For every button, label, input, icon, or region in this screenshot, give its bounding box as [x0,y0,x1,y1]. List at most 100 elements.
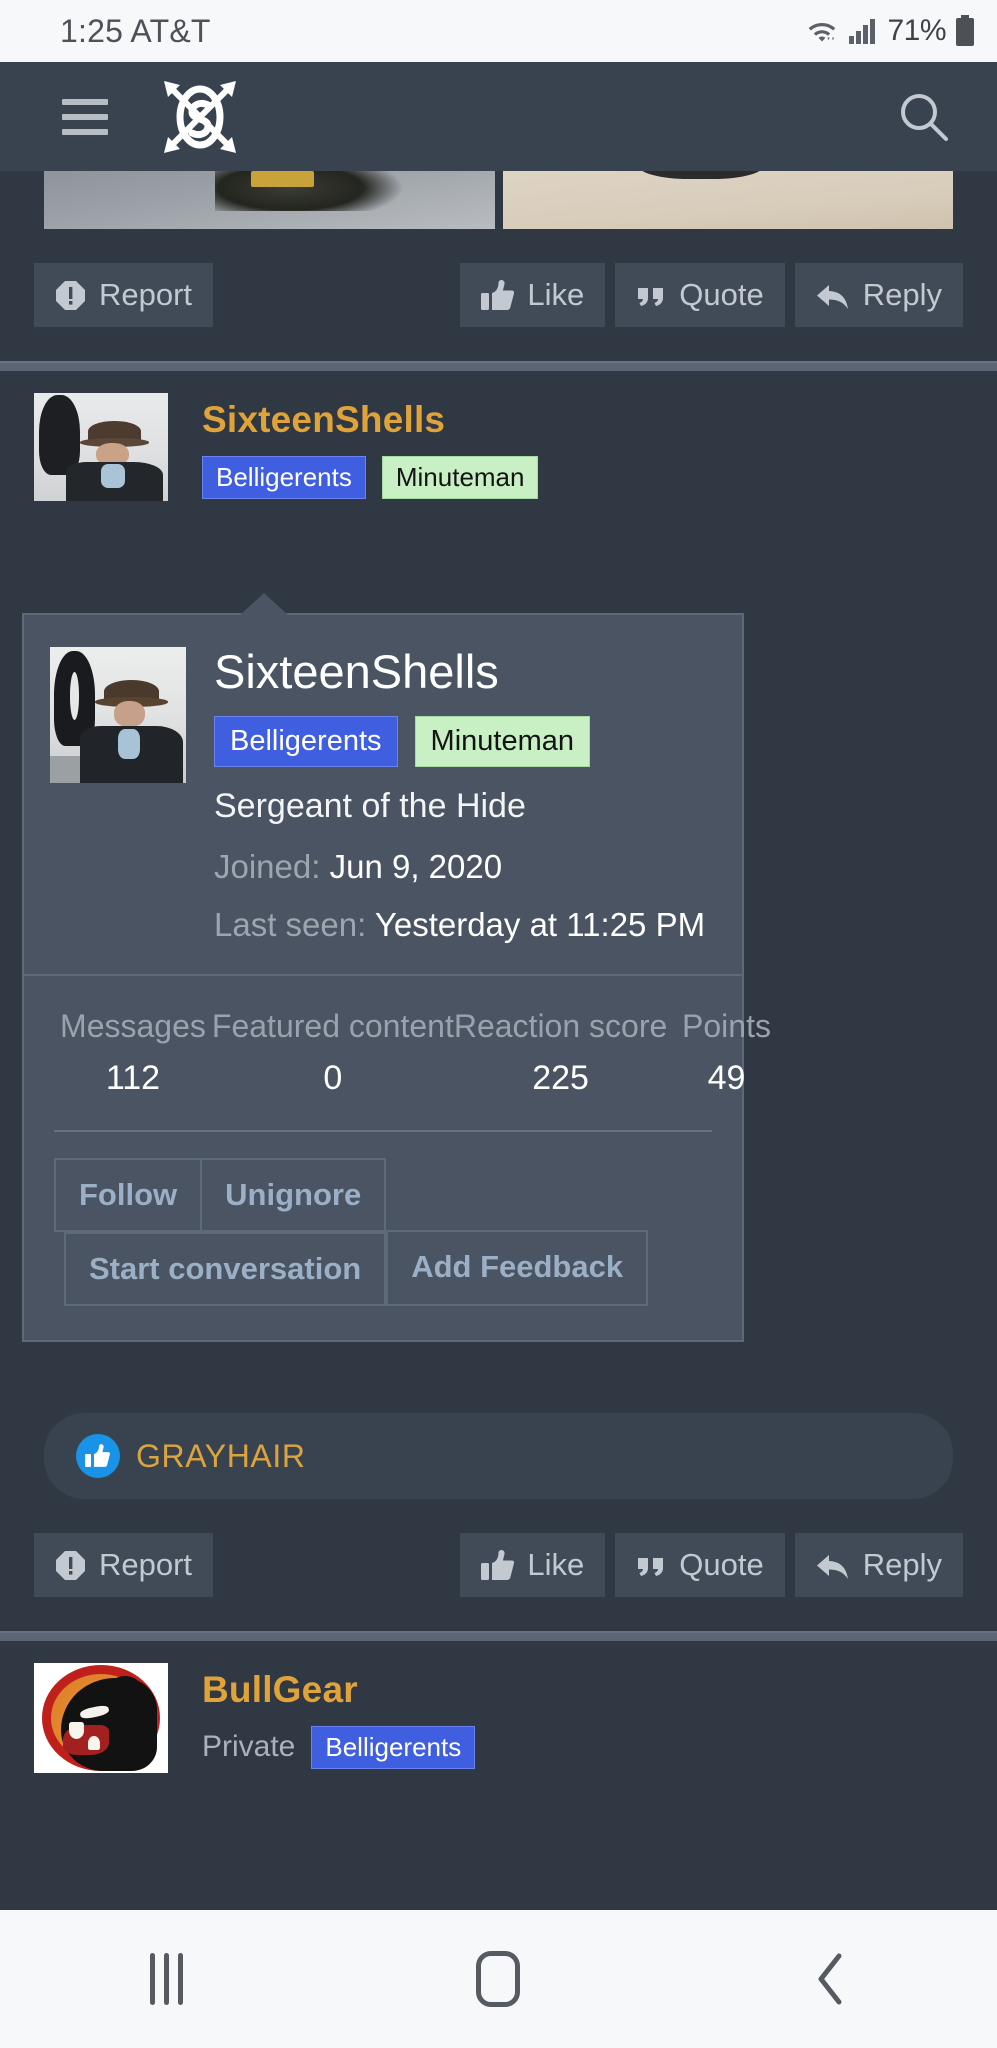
reaction-bar[interactable]: GRAYHAIR [44,1413,953,1499]
post-username[interactable]: BullGear [202,1663,475,1708]
status-time-carrier: 1:25 AT&T [60,12,211,49]
report-label: Report [99,277,193,312]
post-privacy-label: Private [202,1730,296,1764]
profile-card-header: SixteenShells Belligerents Minuteman Ser… [24,615,742,976]
profile-card: SixteenShells Belligerents Minuteman Ser… [22,613,771,1342]
quote-icon [636,1550,666,1581]
stat-label: Reaction score [453,1007,668,1044]
profile-avatar[interactable] [50,647,186,783]
badge-belligerents: Belligerents [214,716,398,767]
reply-button[interactable]: Reply [794,263,963,327]
post-header-text: SixteenShells Belligerents Minuteman [202,393,539,501]
quote-button[interactable]: Quote [615,1533,785,1597]
post-separator [0,361,997,371]
badge-minuteman: Minuteman [381,456,539,499]
thumbs-up-icon [76,1434,120,1478]
post-header: BullGear Private Belligerents [0,1663,997,1773]
report-button[interactable]: Report [34,1533,214,1597]
avatar[interactable] [34,1663,168,1773]
follow-button[interactable]: Follow [54,1157,203,1232]
site-logo-icon[interactable] [152,69,248,165]
like-label: Like [527,1547,585,1582]
reply-arrow-icon [816,280,850,310]
stat-label: Featured content [211,1007,454,1044]
unignore-button[interactable]: Unignore [200,1157,387,1232]
battery-icon [955,15,975,47]
profile-lastseen-row: Last seen: Yesterday at 11:25 PM [214,906,712,944]
post-bullgear: BullGear Private Belligerents [0,1641,997,1773]
post-action-left: Report [34,1533,214,1597]
thumbs-up-icon [481,279,515,311]
reply-label: Reply [862,277,942,312]
stat-reaction-score: Reaction score 225 [454,1008,667,1098]
reaction-label: GRAYHAIR [136,1437,306,1474]
stat-value: 225 [532,1058,589,1097]
recents-icon[interactable] [0,1910,332,2048]
profile-username[interactable]: SixteenShells [214,647,712,697]
badge-belligerents: Belligerents [202,456,366,499]
stat-featured-content: Featured content 0 [212,1008,454,1098]
thread-content[interactable]: Report Like Quote Reply SixteenShells Be… [0,171,997,1910]
badge-belligerents: Belligerents [311,1726,476,1769]
profile-popup[interactable]: SixteenShells Belligerents Minuteman Ser… [22,593,771,1342]
back-icon[interactable] [665,1910,997,2048]
report-icon [55,280,86,311]
post-image-thumbnail[interactable] [44,171,495,229]
stat-value: 49 [707,1058,746,1097]
profile-stats-labels: Messages 112 Featured content 0 Reaction… [54,1008,771,1098]
reply-label: Reply [862,1547,942,1582]
android-nav-bar [0,1910,997,2048]
profile-stats: Messages 112 Featured content 0 Reaction… [24,976,771,1132]
post-username[interactable]: SixteenShells [202,393,538,438]
hamburger-menu-icon[interactable] [62,98,108,135]
profile-joined-row: Joined: Jun 9, 2020 [214,848,712,886]
start-conversation-button[interactable]: Start conversation [64,1231,387,1306]
post-action-left: Report [34,263,214,327]
thumbs-up-icon [481,1549,515,1581]
profile-user-title: Sergeant of the Hide [214,786,526,825]
phone-screen: 1:25 AT&T 71% Report Like Quote Reply Si… [0,0,997,2048]
stat-value: 112 [105,1058,161,1097]
like-label: Like [527,277,585,312]
cellular-signal-icon [848,16,878,46]
badge-minuteman: Minuteman [414,716,590,767]
stat-value: 0 [323,1058,343,1097]
post-action-bar: Report Like Quote Reply [34,1533,963,1597]
report-button[interactable]: Report [34,263,214,327]
status-icons: 71% [805,14,975,48]
wifi-icon [805,16,839,46]
profile-joined-value: Jun 9, 2020 [329,847,503,885]
post-badge-row: Private Belligerents [202,1726,476,1769]
post-badge-row: Belligerents Minuteman [202,456,539,499]
home-icon[interactable] [332,1910,664,2048]
post-action-bar: Report Like Quote Reply [34,263,963,327]
profile-action-buttons: Follow Unignore Start conversation Add F… [24,1132,742,1340]
reply-button[interactable]: Reply [794,1533,963,1597]
stat-label: Messages [60,1007,206,1044]
popup-arrow [240,593,288,615]
quote-icon [636,280,666,311]
report-label: Report [99,1547,193,1582]
post-image-strip[interactable] [44,171,953,229]
stat-messages: Messages 112 [54,1008,212,1098]
status-bar: 1:25 AT&T 71% [0,0,997,62]
profile-details: SixteenShells Belligerents Minuteman Ser… [214,647,712,944]
quote-label: Quote [679,277,764,312]
post-sixteenshells: SixteenShells Belligerents Minuteman Six… [0,371,997,1597]
quote-button[interactable]: Quote [615,263,785,327]
like-button[interactable]: Like [460,1533,606,1597]
post-image-thumbnail[interactable] [502,171,953,229]
stat-label: Points [682,1007,771,1044]
report-icon [55,1550,86,1581]
post-separator [0,1631,997,1641]
search-icon[interactable] [889,82,959,152]
stat-points: Points 49 [667,1008,785,1098]
profile-lastseen-value: Yesterday at 11:25 PM [374,905,706,943]
profile-badge-row: Belligerents Minuteman [214,716,712,767]
avatar[interactable] [34,393,168,501]
app-header [0,62,997,171]
reply-arrow-icon [816,1550,850,1580]
quote-label: Quote [679,1547,764,1582]
like-button[interactable]: Like [460,263,606,327]
add-feedback-button[interactable]: Add Feedback [386,1229,649,1306]
